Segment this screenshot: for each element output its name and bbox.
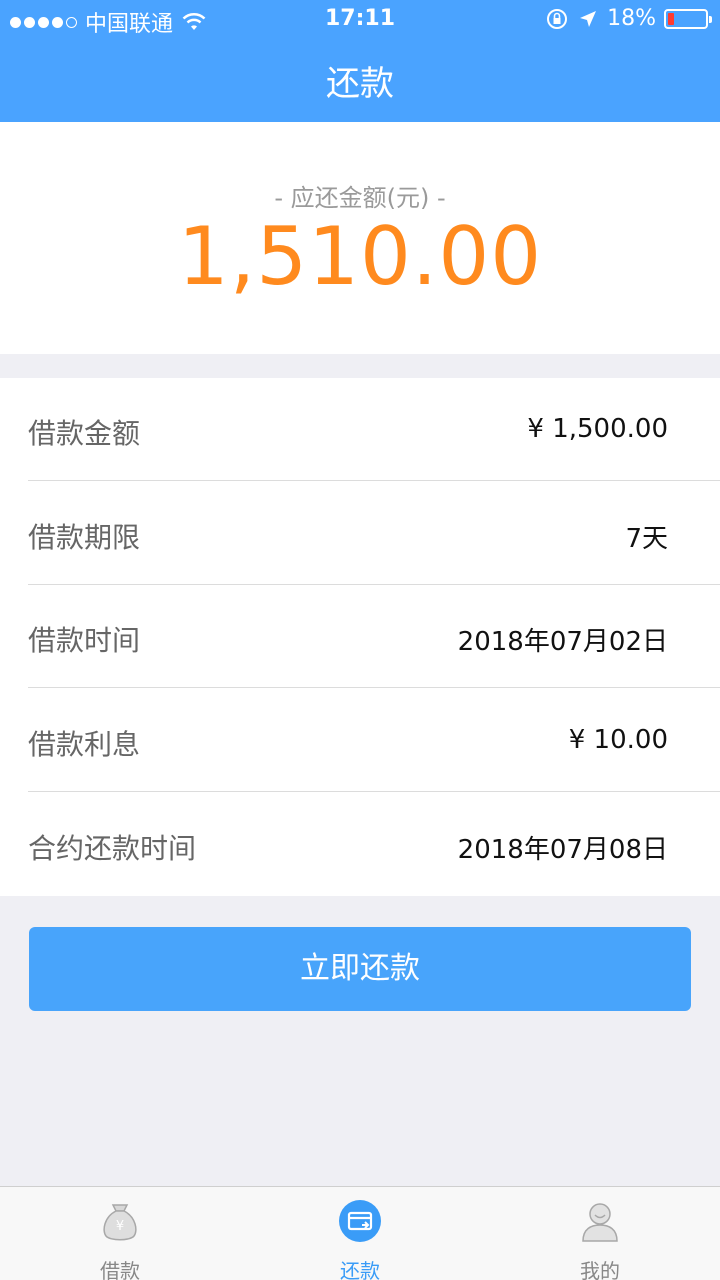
- location-arrow-icon: [580, 10, 597, 27]
- detail-value: 7天: [625, 524, 668, 554]
- detail-value: ¥ 1,500.00: [527, 414, 668, 444]
- detail-label: 借款时间: [28, 624, 141, 657]
- battery-percent: 18%: [607, 6, 656, 31]
- detail-row-loan-term: 借款期限 7天: [28, 482, 720, 585]
- amount-due-section: - 应还金额(元) - 1,510.00: [0, 122, 720, 354]
- repayment-screen: 中国联通 17:11 18% 还款 - 应还金额(元) - 1,510.00 借…: [0, 0, 720, 1280]
- header: 中国联通 17:11 18% 还款: [0, 0, 720, 122]
- detail-value: ¥ 10.00: [568, 725, 668, 755]
- detail-value: 2018年07月08日: [457, 835, 668, 865]
- tab-label: 还款: [340, 1259, 380, 1280]
- tab-label: 借款: [100, 1259, 140, 1280]
- detail-label: 借款利息: [28, 728, 141, 761]
- rotation-lock-icon: [547, 8, 568, 29]
- detail-row-loan-date: 借款时间 2018年07月02日: [28, 585, 720, 688]
- detail-row-loan-amount: 借款金额 ¥ 1,500.00: [28, 378, 720, 481]
- user-icon: [582, 1203, 618, 1242]
- detail-label: 借款期限: [28, 521, 141, 554]
- tab-borrow[interactable]: ¥ 借款: [0, 1187, 240, 1280]
- tab-mine[interactable]: 我的: [480, 1187, 720, 1280]
- svg-text:¥: ¥: [116, 1219, 124, 1234]
- detail-row-loan-interest: 借款利息 ¥ 10.00: [28, 689, 720, 792]
- detail-value: 2018年07月02日: [457, 627, 668, 657]
- page-title: 还款: [326, 64, 394, 104]
- money-bag-icon: ¥: [103, 1204, 137, 1241]
- repay-card-icon: [339, 1200, 381, 1242]
- loan-details-list: 借款金额 ¥ 1,500.00 借款期限 7天 借款时间 2018年07月02日…: [0, 378, 720, 896]
- tab-bar: ¥ 借款 还款 我的: [0, 1186, 720, 1280]
- pay-now-button[interactable]: 立即还款: [29, 927, 691, 1011]
- amount-due-label: - 应还金额(元) -: [274, 184, 446, 212]
- status-right: 18%: [545, 6, 712, 31]
- detail-label: 合约还款时间: [28, 832, 197, 865]
- battery-icon: [664, 8, 712, 29]
- status-bar: 中国联通 17:11 18%: [0, 0, 720, 40]
- tab-repay[interactable]: 还款: [240, 1187, 480, 1280]
- detail-row-due-date: 合约还款时间 2018年07月08日: [28, 793, 720, 896]
- detail-label: 借款金额: [28, 417, 141, 450]
- tab-label: 我的: [580, 1259, 620, 1280]
- amount-due-value: 1,510.00: [177, 210, 543, 303]
